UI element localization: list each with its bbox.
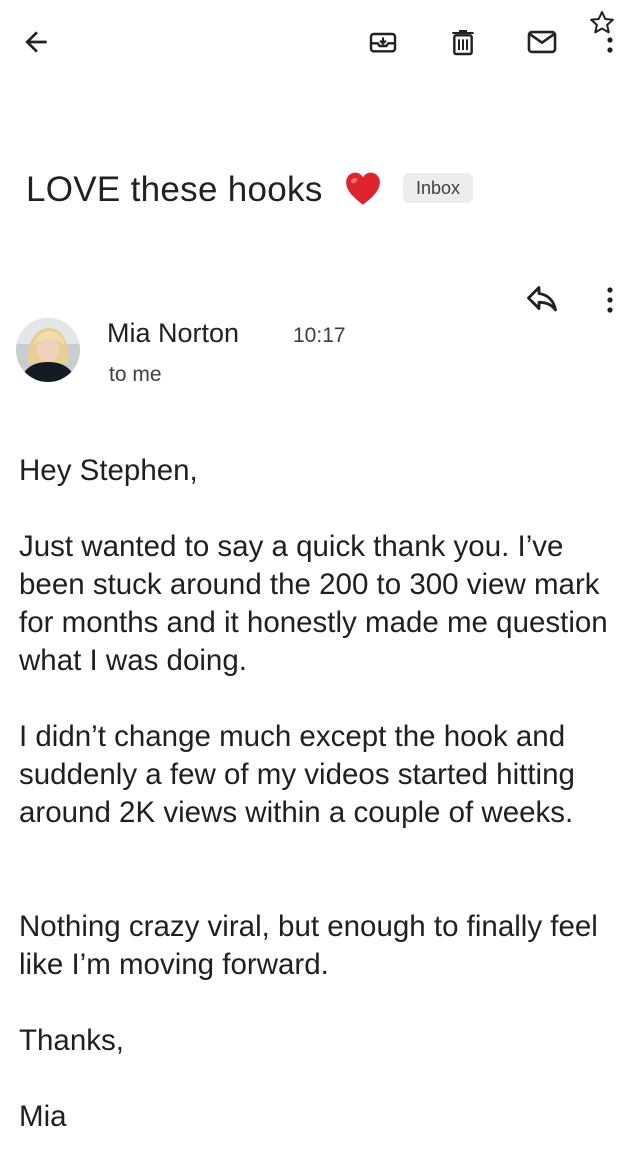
mark-unread-button[interactable] xyxy=(520,20,564,64)
body-paragraph: Nothing crazy viral, but enough to final… xyxy=(19,910,598,981)
heart-emoji xyxy=(344,170,382,208)
sender-name[interactable]: Mia Norton xyxy=(107,316,239,350)
star-button[interactable] xyxy=(586,8,620,38)
arrow-left-icon xyxy=(20,26,52,58)
body-greeting: Hey Stephen, xyxy=(19,454,198,487)
back-button[interactable] xyxy=(14,20,58,64)
body-paragraph: I didn’t change much except the hook and… xyxy=(19,720,575,829)
archive-icon xyxy=(367,26,399,58)
inbox-label-badge[interactable]: Inbox xyxy=(403,173,474,203)
trash-icon xyxy=(447,26,479,58)
avatar[interactable] xyxy=(16,318,80,382)
delete-button[interactable] xyxy=(441,20,485,64)
message-time: 10:17 xyxy=(293,324,346,347)
more-vert-icon xyxy=(598,287,622,320)
reply-icon xyxy=(522,286,562,320)
body-signature: Mia xyxy=(19,1100,67,1133)
mail-icon xyxy=(525,25,559,59)
message-more-button[interactable] xyxy=(598,286,622,316)
body-paragraph: Just wanted to say a quick thank you. I’… xyxy=(19,530,608,677)
recipient-details[interactable]: to me xyxy=(109,362,162,388)
more-vert-icon xyxy=(598,37,622,62)
archive-button[interactable] xyxy=(361,20,405,64)
body-signoff: Thanks, xyxy=(19,1024,124,1057)
reply-button[interactable] xyxy=(522,280,564,318)
toolbar-more-button[interactable] xyxy=(598,36,622,58)
email-subject: LOVE these hooks xyxy=(26,170,323,209)
